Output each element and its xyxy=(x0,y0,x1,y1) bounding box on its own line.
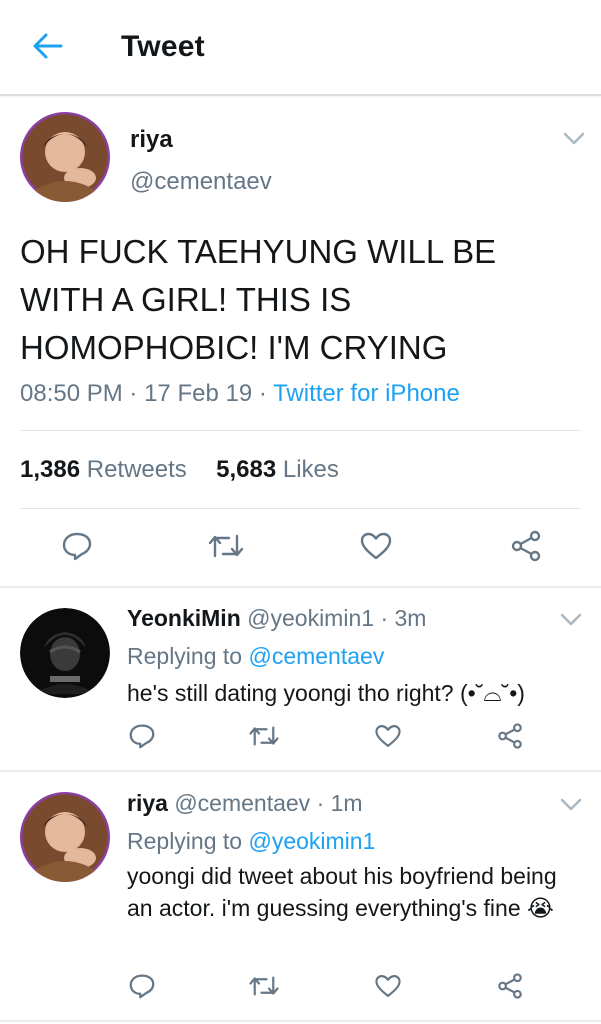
like-button[interactable] xyxy=(370,718,406,754)
avatar[interactable] xyxy=(20,792,110,882)
like-button[interactable] xyxy=(354,526,398,566)
reply-icon xyxy=(62,532,92,561)
replying-to-label: Replying to xyxy=(127,643,243,669)
tweet-stats: 1,386 Retweets 5,683 Likes xyxy=(20,456,339,484)
reply-text: he's still dating yoongi tho right? (•˘⌓… xyxy=(127,680,525,706)
heart-icon xyxy=(360,532,392,560)
page-title: Tweet xyxy=(121,30,205,63)
tweet-source-link[interactable]: Twitter for iPhone xyxy=(273,380,460,407)
replying-to: Replying to @cementaev xyxy=(127,643,384,670)
chevron-down-icon[interactable] xyxy=(563,132,585,146)
retweet-icon xyxy=(249,976,279,996)
share-icon xyxy=(511,530,541,562)
heart-icon xyxy=(375,725,401,747)
author-handle[interactable]: @cementaev xyxy=(130,168,272,196)
reply-header: riya @cementaev · 1m xyxy=(127,790,363,816)
reply-author-name[interactable]: riya xyxy=(127,790,168,816)
replying-to-link[interactable]: @yeokimin1 xyxy=(248,828,375,854)
top-bar: Tweet xyxy=(0,0,601,96)
replying-to: Replying to @yeokimin1 xyxy=(127,828,375,855)
like-button[interactable] xyxy=(370,968,406,1004)
share-icon xyxy=(498,723,522,749)
retweet-icon xyxy=(208,534,244,558)
reply-age: 1m xyxy=(330,790,363,816)
share-button[interactable] xyxy=(492,718,528,754)
back-button[interactable] xyxy=(28,26,68,66)
retweet-count[interactable]: 1,386 xyxy=(20,456,80,483)
like-count[interactable]: 5,683 xyxy=(216,456,276,483)
heart-icon xyxy=(375,975,401,997)
reply-author-name[interactable]: YeonkiMin xyxy=(127,605,241,631)
divider xyxy=(0,1020,601,1022)
replying-to-link[interactable]: @cementaev xyxy=(248,643,384,669)
tweet-meta: 08:50 PM · 17 Feb 19 · Twitter for iPhon… xyxy=(20,380,460,407)
reply-age: 3m xyxy=(394,605,427,631)
avatar[interactable] xyxy=(20,608,110,698)
reply-icon xyxy=(129,974,155,999)
reply-icon xyxy=(129,724,155,749)
retweet-icon xyxy=(249,726,279,746)
retweet-button[interactable] xyxy=(202,526,250,566)
divider xyxy=(20,430,581,431)
divider xyxy=(0,770,601,772)
avatar[interactable] xyxy=(20,112,110,202)
divider xyxy=(20,508,581,509)
arrow-left-icon xyxy=(33,33,63,59)
share-button[interactable] xyxy=(504,526,548,566)
author-name[interactable]: riya xyxy=(130,126,173,154)
share-icon xyxy=(498,973,522,999)
reply-author-handle[interactable]: @yeokimin1 xyxy=(247,605,374,631)
replying-to-label: Replying to xyxy=(127,828,243,854)
reply-header: YeonkiMin @yeokimin1 · 3m xyxy=(127,605,427,631)
tweet-text: OH FUCK TAEHYUNG WILL BE WITH A GIRL! TH… xyxy=(20,233,497,366)
tweet-time: 08:50 PM xyxy=(20,380,123,407)
share-button[interactable] xyxy=(492,968,528,1004)
chevron-down-icon[interactable] xyxy=(560,798,582,812)
retweet-label[interactable]: Retweets xyxy=(87,456,187,483)
reply-author-handle[interactable]: @cementaev xyxy=(174,790,310,816)
retweet-button[interactable] xyxy=(244,968,284,1004)
reply-button[interactable] xyxy=(124,718,160,754)
like-label[interactable]: Likes xyxy=(283,456,339,483)
divider xyxy=(0,586,601,588)
tweet-date: 17 Feb 19 xyxy=(144,380,253,407)
chevron-down-icon[interactable] xyxy=(560,613,582,627)
retweet-button[interactable] xyxy=(244,718,284,754)
reply-button[interactable] xyxy=(55,526,99,566)
reply-button[interactable] xyxy=(124,968,160,1004)
reply-text: yoongi did tweet about his boyfriend bei… xyxy=(127,863,557,921)
